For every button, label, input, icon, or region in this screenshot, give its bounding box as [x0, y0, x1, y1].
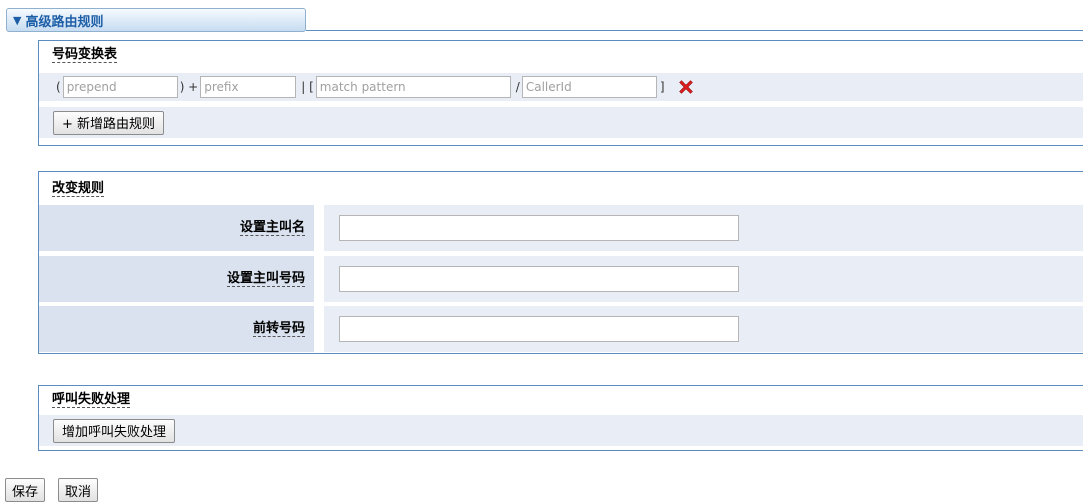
prepend-input[interactable] — [62, 76, 178, 98]
callerid-input[interactable] — [521, 76, 657, 98]
forward-number-label: 前转号码 — [39, 306, 314, 352]
close-paren-plus: ) + — [179, 80, 199, 94]
add-routing-rule-button[interactable]: + 新增路由规则 — [53, 110, 165, 135]
number-transform-panel: 号码变换表 ( ) + | [ / ] + 新增路由规则 — [38, 40, 1083, 146]
section-header-title: 高级路由规则 — [25, 14, 104, 30]
form-actions: 保存 取消 — [5, 478, 99, 502]
triangle-down-icon[interactable]: ▼ — [13, 14, 21, 27]
change-rules-panel: 改变规则 设置主叫名 设置主叫号码 前转号码 — [38, 171, 1083, 354]
change-rules-title: 改变规则 — [52, 180, 105, 197]
caller-number-label: 设置主叫号码 — [39, 256, 314, 302]
close-bracket: ] — [659, 80, 665, 94]
field-row-caller-name: 设置主叫名 — [39, 205, 1083, 251]
slash: / — [515, 80, 520, 94]
red-x-delete-icon[interactable] — [677, 78, 695, 96]
field-row-caller-number: 设置主叫号码 — [39, 256, 1083, 302]
forward-number-input[interactable] — [339, 316, 739, 342]
cancel-button[interactable]: 取消 — [58, 478, 99, 502]
match-pattern-input[interactable] — [315, 76, 511, 98]
bar-bracket: | [ — [301, 80, 314, 94]
caller-number-input[interactable] — [339, 266, 739, 292]
failover-panel: 呼叫失败处理 增加呼叫失败处理 — [38, 385, 1083, 451]
caller-name-label: 设置主叫名 — [39, 205, 314, 251]
add-failover-button[interactable]: 增加呼叫失败处理 — [53, 418, 176, 443]
routing-rule-row: ( ) + | [ / ] — [39, 73, 1083, 101]
failover-row: 增加呼叫失败处理 — [39, 415, 1083, 446]
section-header-advanced-routing[interactable]: ▼ 高级路由规则 — [6, 8, 306, 32]
field-row-forward-number: 前转号码 — [39, 306, 1083, 352]
number-transform-title: 号码变换表 — [52, 46, 118, 63]
prefix-input[interactable] — [200, 76, 297, 98]
save-button[interactable]: 保存 — [5, 478, 46, 502]
failover-title: 呼叫失败处理 — [52, 391, 131, 408]
caller-name-input[interactable] — [339, 215, 739, 241]
header-divider — [306, 30, 1083, 31]
open-paren: ( — [56, 80, 61, 94]
add-route-row: + 新增路由规则 — [39, 107, 1083, 138]
